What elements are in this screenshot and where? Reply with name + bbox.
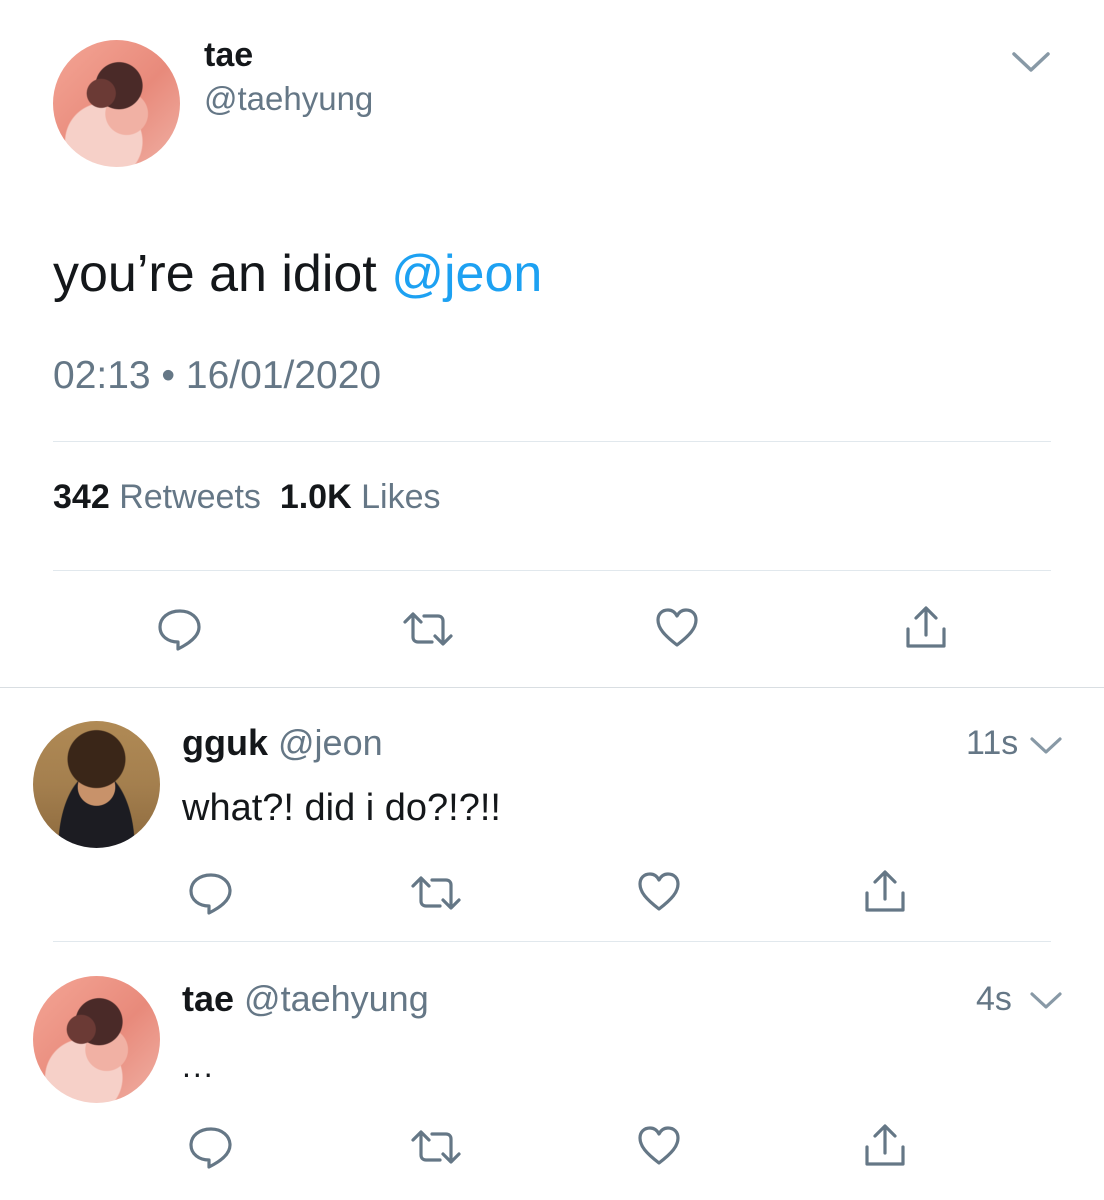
reply-display-name[interactable]: gguk — [182, 722, 268, 763]
retweet-button[interactable] — [410, 1127, 462, 1167]
tweet-stats: 342 Retweets 1.0K Likes — [53, 478, 440, 517]
retweet-button[interactable] — [410, 873, 462, 913]
reply-header: tae @taehyung — [182, 978, 429, 1020]
reply-text: what?! did i do?!?!! — [182, 787, 501, 829]
reply-handle[interactable]: @jeon — [278, 722, 383, 763]
reply-avatar[interactable] — [33, 721, 160, 848]
reply-header: gguk @jeon — [182, 722, 383, 764]
reply-button[interactable] — [187, 1125, 235, 1169]
divider — [53, 441, 1051, 442]
chevron-down-icon[interactable] — [1029, 735, 1063, 757]
tweet-text-body: you’re an idiot — [53, 245, 392, 303]
reply-text: ... — [182, 1048, 215, 1084]
likes-label[interactable]: Likes — [361, 478, 440, 516]
reply-handle[interactable]: @taehyung — [244, 978, 429, 1019]
reply-avatar[interactable] — [33, 976, 160, 1103]
share-button[interactable] — [863, 869, 907, 915]
share-button[interactable] — [863, 1123, 907, 1169]
reply-time[interactable]: 4s — [976, 980, 1012, 1019]
retweet-button[interactable] — [402, 609, 454, 649]
author-avatar[interactable] — [53, 40, 180, 167]
author-display-name[interactable]: tae — [204, 36, 253, 75]
like-button[interactable] — [636, 1125, 682, 1167]
share-button[interactable] — [904, 605, 948, 651]
chevron-down-icon[interactable] — [1010, 48, 1052, 76]
reply-display-name[interactable]: tae — [182, 978, 234, 1019]
retweets-label[interactable]: Retweets — [119, 478, 261, 516]
divider — [53, 570, 1051, 571]
retweet-count[interactable]: 342 — [53, 478, 110, 516]
author-handle[interactable]: @taehyung — [204, 80, 373, 118]
like-button[interactable] — [636, 871, 682, 913]
reply-button[interactable] — [187, 871, 235, 915]
like-count[interactable]: 1.0K — [280, 478, 352, 516]
divider — [53, 941, 1051, 942]
section-divider — [0, 687, 1104, 688]
tweet-text: you’re an idiot @jeon — [53, 244, 542, 304]
like-button[interactable] — [654, 607, 700, 649]
tweet-timestamp[interactable]: 02:13 • 16/01/2020 — [53, 354, 381, 398]
reply-button[interactable] — [156, 607, 204, 651]
mention-link[interactable]: @jeon — [391, 245, 542, 303]
chevron-down-icon[interactable] — [1029, 990, 1063, 1012]
reply-time[interactable]: 11s — [966, 724, 1018, 763]
